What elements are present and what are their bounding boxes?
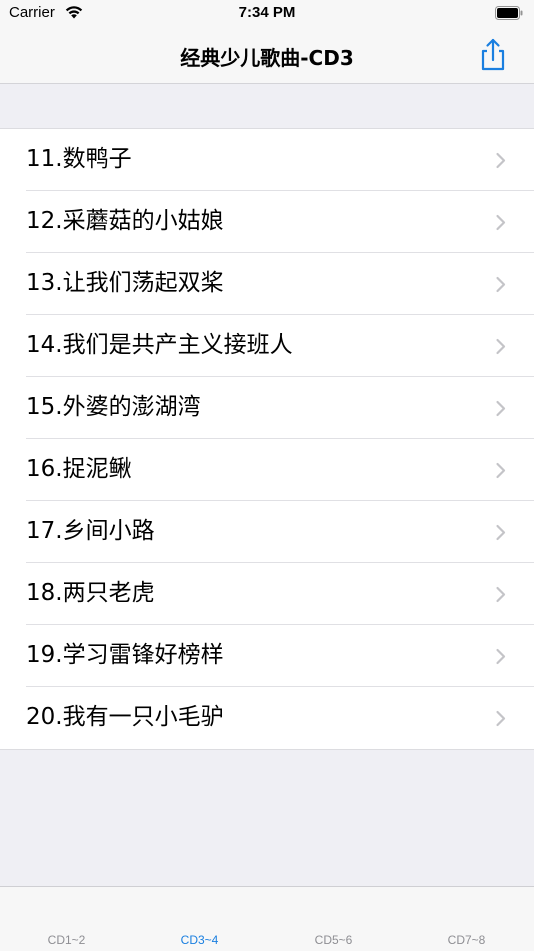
chevron-right-icon	[496, 338, 506, 355]
tab-cd1-2[interactable]: CD1~2	[0, 933, 133, 947]
chevron-right-icon	[496, 152, 506, 169]
list-item[interactable]: 12.采蘑菇的小姑娘	[0, 191, 534, 253]
list-item[interactable]: 18.两只老虎	[0, 563, 534, 625]
list-item-label: 20.我有一只小毛驴	[26, 704, 224, 730]
tab-cd5-6[interactable]: CD5~6	[267, 933, 400, 947]
list-item[interactable]: 13.让我们荡起双桨	[0, 253, 534, 315]
list-item-label: 13.让我们荡起双桨	[26, 270, 224, 296]
list-item[interactable]: 16.捉泥鳅	[0, 439, 534, 501]
chevron-right-icon	[496, 462, 506, 479]
list-item[interactable]: 17.乡间小路	[0, 501, 534, 563]
share-button[interactable]	[474, 36, 512, 74]
chevron-right-icon	[496, 276, 506, 293]
chevron-right-icon	[496, 524, 506, 541]
song-list: 11.数鸭子 12.采蘑菇的小姑娘 13.让我们荡起双桨 14.我们是共产主义接班人 1…	[0, 128, 534, 750]
list-item-label: 14.我们是共产主义接班人	[26, 332, 293, 358]
list-item[interactable]: 14.我们是共产主义接班人	[0, 315, 534, 377]
list-item-label: 15.外婆的澎湖湾	[26, 394, 201, 420]
list-item-label: 17.乡间小路	[26, 518, 155, 544]
tab-label: CD1~2	[47, 933, 86, 947]
chevron-right-icon	[496, 710, 506, 727]
list-item-label: 11.数鸭子	[26, 146, 132, 172]
list-item-label: 12.采蘑菇的小姑娘	[26, 208, 224, 234]
tab-bar: CD1~2 CD3~4 CD5~6 CD7~8	[0, 886, 534, 951]
list-item[interactable]: 15.外婆的澎湖湾	[0, 377, 534, 439]
chevron-right-icon	[496, 648, 506, 665]
navigation-bar: 经典少儿歌曲-CD3	[0, 28, 534, 84]
chevron-right-icon	[496, 400, 506, 417]
tab-cd3-4[interactable]: CD3~4	[133, 933, 266, 947]
chevron-right-icon	[496, 214, 506, 231]
list-item[interactable]: 19.学习雷锋好榜样	[0, 625, 534, 687]
status-time: 7:34 PM	[238, 4, 296, 21]
tab-label: CD7~8	[447, 933, 486, 947]
list-item-label: 19.学习雷锋好榜样	[26, 642, 224, 668]
tab-cd7-8[interactable]: CD7~8	[400, 933, 533, 947]
status-bar: Carrier 7:34 PM	[0, 0, 534, 28]
list-item-label: 18.两只老虎	[26, 580, 155, 606]
battery-icon	[495, 6, 523, 20]
tab-label: CD3~4	[180, 933, 219, 947]
tab-label: CD5~6	[314, 933, 353, 947]
list-item[interactable]: 11.数鸭子	[0, 129, 534, 191]
list-item-label: 16.捉泥鳅	[26, 456, 132, 482]
page-title: 经典少儿歌曲-CD3	[180, 46, 354, 70]
chevron-right-icon	[496, 586, 506, 603]
list-item[interactable]: 20.我有一只小毛驴	[0, 687, 534, 749]
share-icon	[481, 38, 505, 71]
